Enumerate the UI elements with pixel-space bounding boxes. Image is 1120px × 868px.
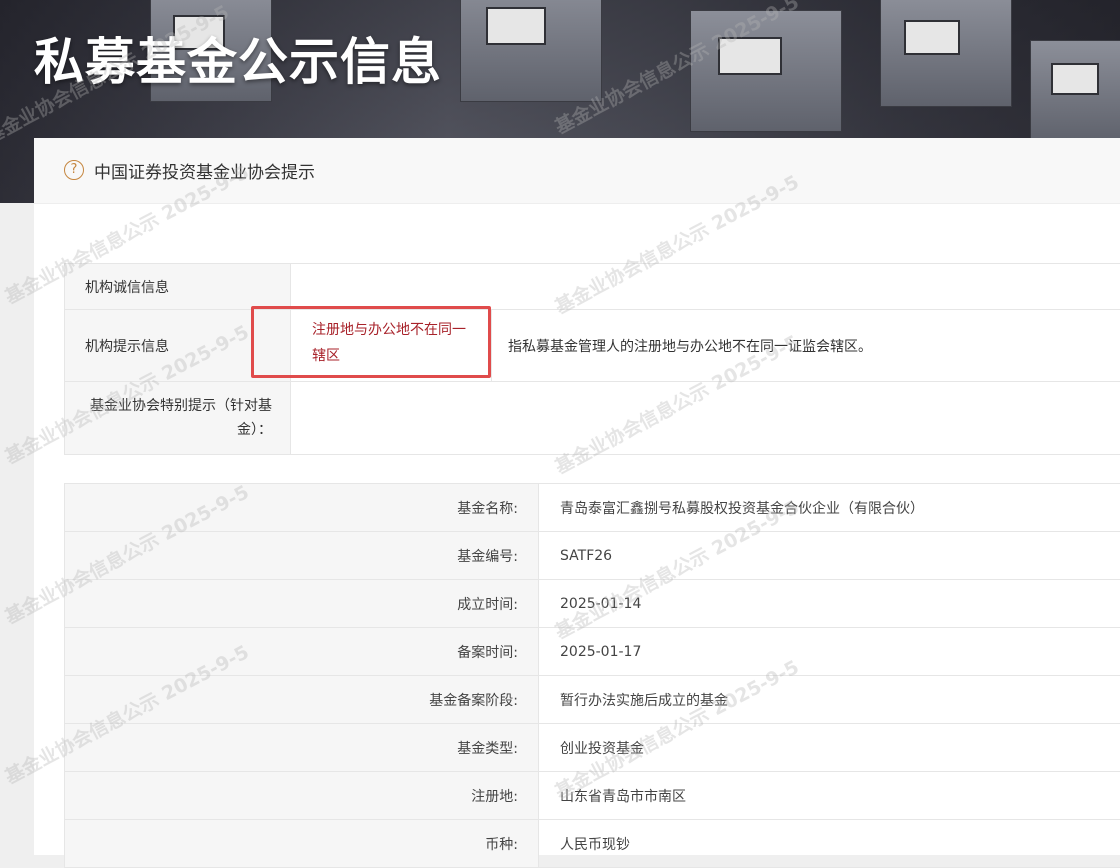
- page-title: 私募基金公示信息: [34, 22, 442, 94]
- fund-row: 注册地:山东省青岛市市南区: [65, 772, 1120, 820]
- fund-field-label: 注册地:: [65, 772, 539, 820]
- fund-row: 基金名称:青岛泰富汇鑫捌号私募股权投资基金合伙企业（有限合伙）: [65, 484, 1120, 532]
- fund-field-label: 成立时间:: [65, 580, 539, 628]
- fund-field-label: 基金类型:: [65, 724, 539, 772]
- fund-field-label: 币种:: [65, 820, 539, 868]
- fund-field-value: 创业投资基金: [539, 724, 1120, 772]
- notice-title: 中国证券投资基金业协会提示: [94, 158, 315, 183]
- cabinet-drawer: [880, 0, 1012, 107]
- fund-row: 基金类型:创业投资基金: [65, 724, 1120, 772]
- fund-field-label: 备案时间:: [65, 628, 539, 676]
- cabinet-drawer: [460, 0, 602, 102]
- question-circle-icon: ?: [64, 160, 84, 180]
- fund-field-value: 暂行办法实施后成立的基金: [539, 676, 1120, 724]
- special-tip-label: 基金业协会特别提示（针对基金）：: [65, 382, 291, 455]
- cabinet-drawer: [1030, 40, 1120, 142]
- integrity-value: [291, 264, 1120, 310]
- integrity-table: 机构诚信信息 机构提示信息 注册地与办公地不在同一辖区 指私募基金管理人的注册地…: [64, 263, 1120, 455]
- fund-row: 币种:人民币现钞: [65, 820, 1120, 868]
- content-panel: ? 中国证券投资基金业协会提示 机构诚信信息 机构提示信息 注册地与办公地不在同…: [34, 138, 1120, 855]
- fund-field-value: SATF26: [539, 532, 1120, 580]
- special-tip-value: [291, 382, 1120, 455]
- fund-row: 备案时间:2025-01-17: [65, 628, 1120, 676]
- fund-field-value: 青岛泰富汇鑫捌号私募股权投资基金合伙企业（有限合伙）: [539, 484, 1120, 532]
- fund-field-label: 基金名称:: [65, 484, 539, 532]
- tip-tag-cell: 注册地与办公地不在同一辖区: [291, 310, 492, 382]
- fund-info-table: 基金名称:青岛泰富汇鑫捌号私募股权投资基金合伙企业（有限合伙）基金编号:SATF…: [64, 483, 1120, 868]
- notice-bar: ? 中国证券投资基金业协会提示: [34, 138, 1120, 204]
- fund-field-label: 基金备案阶段:: [65, 676, 539, 724]
- fund-field-value: 山东省青岛市市南区: [539, 772, 1120, 820]
- fund-field-value: 2025-01-17: [539, 628, 1120, 676]
- cabinet-drawer: [690, 10, 842, 132]
- fund-row: 基金备案阶段:暂行办法实施后成立的基金: [65, 676, 1120, 724]
- tip-tag: 注册地与办公地不在同一辖区: [251, 306, 491, 378]
- integrity-label: 机构诚信信息: [65, 264, 291, 310]
- fund-field-value: 人民币现钞: [539, 820, 1120, 868]
- fund-field-value: 2025-01-14: [539, 580, 1120, 628]
- tip-description: 指私募基金管理人的注册地与办公地不在同一证监会辖区。: [492, 310, 1120, 382]
- fund-row: 成立时间:2025-01-14: [65, 580, 1120, 628]
- fund-row: 基金编号:SATF26: [65, 532, 1120, 580]
- fund-field-label: 基金编号:: [65, 532, 539, 580]
